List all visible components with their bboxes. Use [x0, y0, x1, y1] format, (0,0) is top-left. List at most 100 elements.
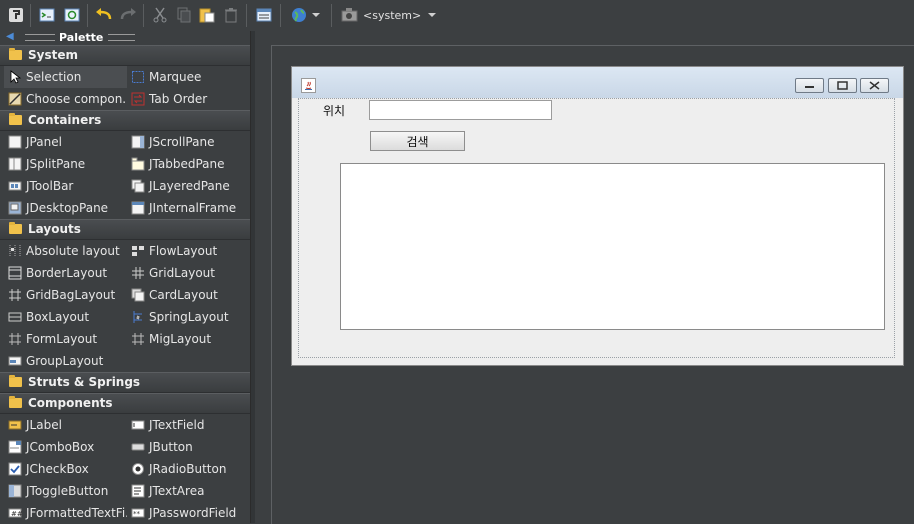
- category-system[interactable]: System: [0, 45, 250, 66]
- palette-item-jcheckbox[interactable]: JCheckBox: [4, 458, 127, 480]
- palette-item-absolute-layout[interactable]: Absolute layout: [4, 240, 127, 262]
- palette-item-miglayout[interactable]: MigLayout: [127, 328, 250, 350]
- delete-icon[interactable]: [221, 5, 241, 25]
- tab-order-icon: [131, 92, 145, 106]
- jlabel-icon: [8, 418, 22, 432]
- chevron-down-icon[interactable]: [309, 5, 323, 25]
- palette-item-springlayout[interactable]: SpringLayout: [127, 306, 250, 328]
- close-button[interactable]: [860, 78, 889, 93]
- palette-item-selection[interactable]: Selection: [4, 66, 127, 88]
- category-layouts[interactable]: Layouts: [0, 219, 250, 240]
- borderlayout-icon: [8, 266, 22, 280]
- palette-item-jradiobutton[interactable]: JRadioButton: [127, 458, 250, 480]
- jsplitpane-icon: [8, 157, 22, 171]
- palette-item-jdesktoppane[interactable]: JDesktopPane: [4, 197, 127, 219]
- palette-title: Palette: [59, 31, 104, 44]
- palette-item-jtogglebutton[interactable]: JToggleButton: [4, 480, 127, 502]
- folder-icon: [9, 113, 22, 125]
- jcheckbox-icon: [8, 462, 22, 476]
- choose-component-icon: [8, 92, 22, 106]
- close-icon: [869, 81, 880, 90]
- jlayeredpane-icon: [131, 179, 145, 193]
- paste-icon[interactable]: [197, 5, 217, 25]
- jtextfield-icon: [131, 418, 145, 432]
- palette-item-jscrollpane[interactable]: JScrollPane: [127, 131, 250, 153]
- maximize-icon: [837, 81, 848, 90]
- refresh-icon[interactable]: [62, 5, 82, 25]
- jformattedtextfield-icon: ##: [8, 506, 23, 520]
- globe-icon[interactable]: [289, 5, 309, 25]
- maximize-button[interactable]: [828, 78, 857, 93]
- pointer-icon: [8, 70, 22, 84]
- minimize-button[interactable]: [795, 78, 824, 93]
- palette-item-marquee[interactable]: Marquee: [127, 66, 250, 88]
- flowlayout-icon: [131, 244, 145, 258]
- jpanel-icon: [8, 135, 22, 149]
- cut-icon[interactable]: [150, 5, 170, 25]
- search-button[interactable]: 검색: [370, 131, 465, 151]
- design-view-icon[interactable]: [254, 5, 274, 25]
- undo-icon[interactable]: [94, 5, 114, 25]
- jinternalframe-icon: [131, 201, 145, 215]
- palette-item-gridlayout[interactable]: GridLayout: [127, 262, 250, 284]
- palette-item-boxlayout[interactable]: BoxLayout: [4, 306, 127, 328]
- jtextarea-icon: [131, 484, 145, 498]
- palette-item-jformattedtextfield[interactable]: ## JFormattedTextFi...: [4, 502, 127, 524]
- jtabbedpane-icon: [131, 157, 145, 171]
- cardlayout-icon: [131, 288, 145, 302]
- palette-item-choose-component[interactable]: Choose compon...: [4, 88, 127, 110]
- gridlayout-icon: [131, 266, 145, 280]
- look-and-feel-label: <system>: [363, 8, 422, 22]
- copy-icon[interactable]: [174, 5, 194, 25]
- palette-item-formlayout[interactable]: FormLayout: [4, 328, 127, 350]
- frame-title-bar[interactable]: [292, 67, 903, 98]
- svg-text:**: **: [133, 510, 141, 518]
- grouplayout-icon: [8, 354, 22, 368]
- palette-item-grouplayout[interactable]: GroupLayout: [4, 350, 127, 372]
- redo-icon[interactable]: [118, 5, 138, 25]
- jcombobox-icon: [8, 440, 22, 454]
- palette-item-jpanel[interactable]: JPanel: [4, 131, 127, 153]
- palette-item-jsplitpane[interactable]: JSplitPane: [4, 153, 127, 175]
- toolbar: <system>: [0, 0, 914, 32]
- designed-frame[interactable]: 위치 검색: [291, 66, 904, 366]
- folder-icon: [9, 396, 22, 408]
- svg-text:##: ##: [11, 510, 22, 518]
- palette-item-jinternalframe[interactable]: JInternalFrame: [127, 197, 250, 219]
- palette-item-jcombobox[interactable]: JComboBox: [4, 436, 127, 458]
- palette-header: ◀ Palette: [0, 31, 250, 45]
- palette-item-jtabbedpane[interactable]: JTabbedPane: [127, 153, 250, 175]
- location-input[interactable]: [369, 100, 552, 120]
- source-view-icon[interactable]: [37, 5, 57, 25]
- palette-panel: ◀ Palette System Selection Marquee Choos…: [0, 31, 250, 523]
- category-struts-springs[interactable]: Struts & Springs: [0, 372, 250, 393]
- palette-item-jbutton[interactable]: JButton: [127, 436, 250, 458]
- palette-item-gridbaglayout[interactable]: GridBagLayout: [4, 284, 127, 306]
- folder-icon: [9, 375, 22, 387]
- palette-item-flowlayout[interactable]: FlowLayout: [127, 240, 250, 262]
- palette-item-jtoolbar[interactable]: JToolBar: [4, 175, 127, 197]
- palette-item-jlayeredpane[interactable]: JLayeredPane: [127, 175, 250, 197]
- folder-icon: [9, 48, 22, 60]
- jtoolbar-icon: [8, 179, 22, 193]
- palette-item-borderlayout[interactable]: BorderLayout: [4, 262, 127, 284]
- palette-item-jtextfield[interactable]: JTextField: [127, 414, 250, 436]
- collapse-icon[interactable]: ◀: [6, 31, 14, 42]
- look-and-feel-icon: [341, 8, 358, 22]
- folder-icon: [9, 222, 22, 234]
- palette-item-jtextarea[interactable]: JTextArea: [127, 480, 250, 502]
- marquee-icon: [131, 70, 145, 84]
- jdesktoppane-icon: [8, 201, 22, 215]
- palette-item-tab-order[interactable]: Tab Order: [127, 88, 250, 110]
- test-gui-icon[interactable]: [6, 5, 26, 25]
- palette-item-cardlayout[interactable]: CardLayout: [127, 284, 250, 306]
- springlayout-icon: [131, 310, 145, 324]
- chevron-down-icon[interactable]: [425, 5, 439, 25]
- miglayout-icon: [131, 332, 145, 346]
- result-text-area[interactable]: [340, 163, 885, 330]
- palette-item-jlabel[interactable]: JLabel: [4, 414, 127, 436]
- category-containers[interactable]: Containers: [0, 110, 250, 131]
- jpasswordfield-icon: **: [131, 506, 145, 520]
- category-components[interactable]: Components: [0, 393, 250, 414]
- palette-item-jpasswordfield[interactable]: ** JPasswordField: [127, 502, 250, 524]
